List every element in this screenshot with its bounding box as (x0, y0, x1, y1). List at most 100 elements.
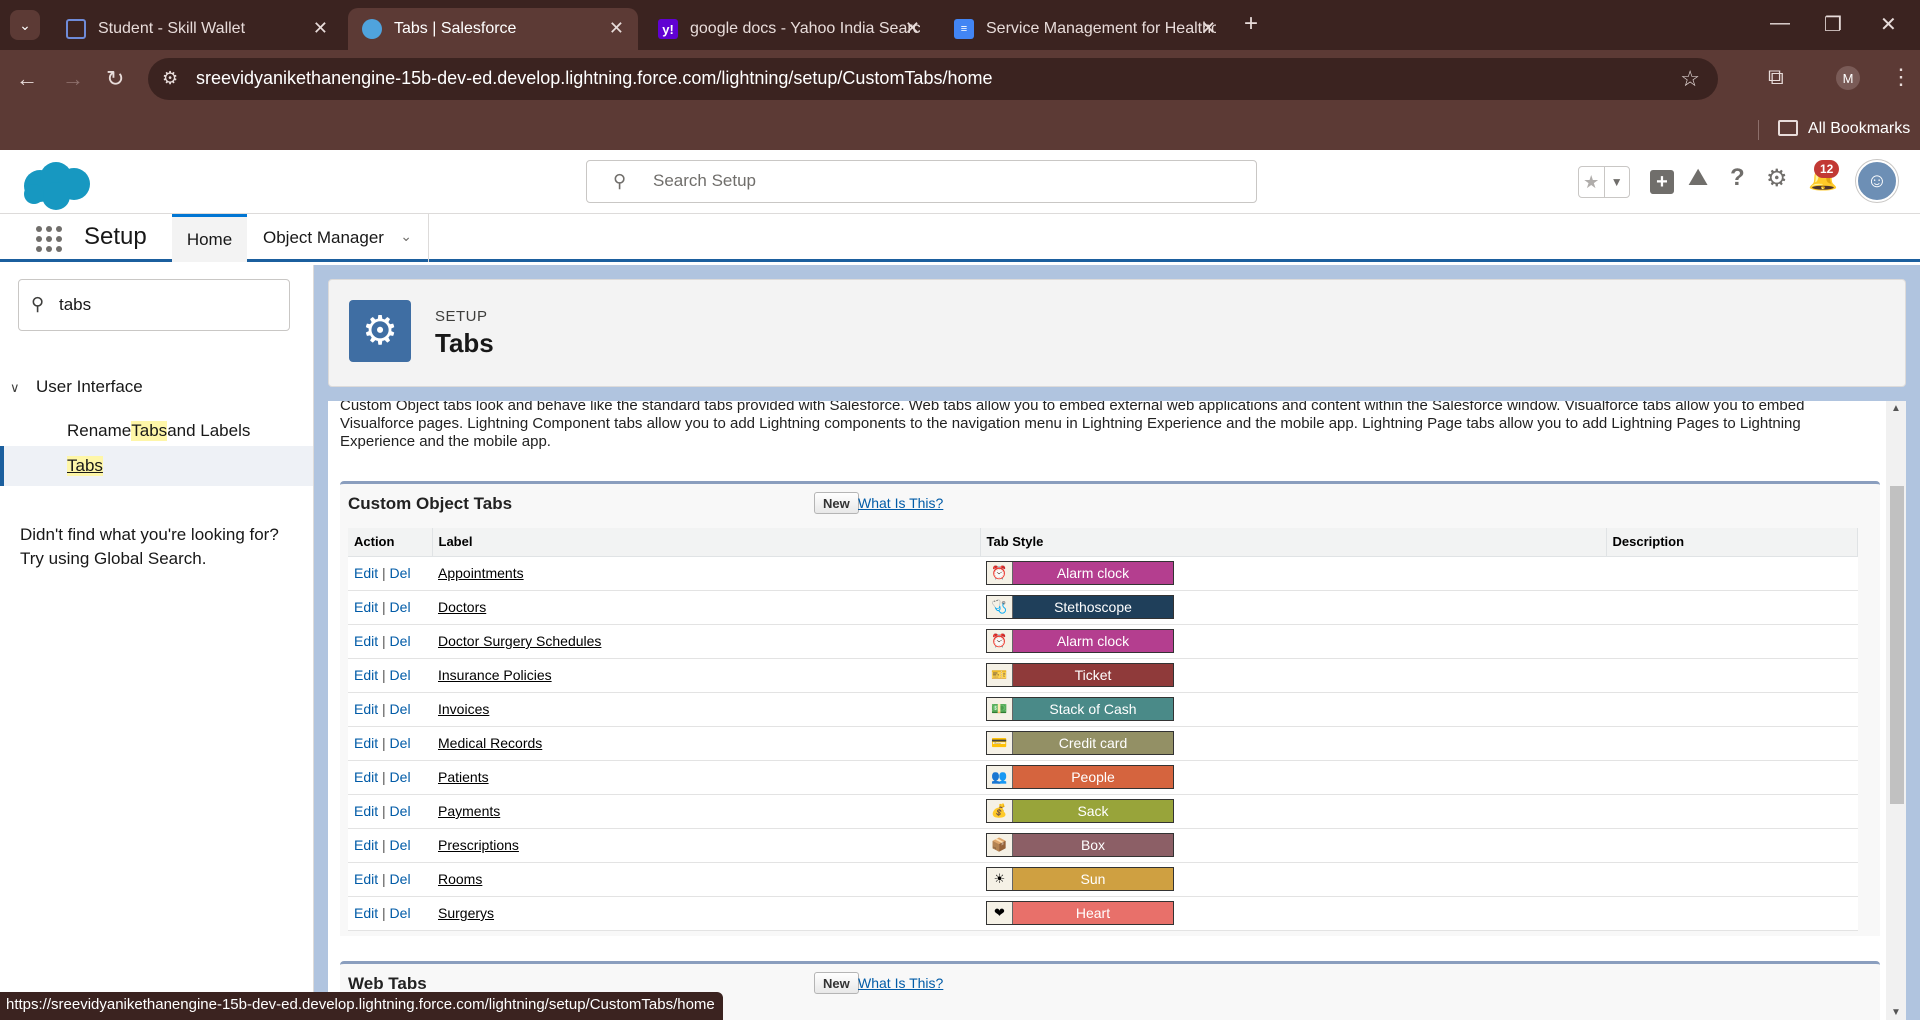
tab-label-link[interactable]: Doctors (438, 599, 486, 615)
browser-tab-yahoo[interactable]: y! google docs - Yahoo India Search ✕ (644, 8, 934, 50)
trailhead-icon[interactable]: ⛰ (1688, 164, 1708, 192)
chevron-down-icon[interactable]: ∨ (10, 380, 26, 396)
forward-icon[interactable]: → (62, 66, 84, 92)
separator: | (382, 565, 386, 581)
window-close-icon[interactable]: ✕ (1880, 12, 1897, 37)
tab-label-link[interactable]: Doctor Surgery Schedules (438, 633, 601, 649)
browser-tab-title: Student - Skill Wallet (98, 20, 246, 37)
profile-avatar[interactable]: M (1836, 66, 1860, 90)
favorites-button[interactable]: ★ ▼ (1578, 166, 1630, 198)
delete-link[interactable]: Del (390, 905, 411, 921)
what-is-this-link[interactable]: What Is This? (858, 975, 943, 991)
tab-style-name: Alarm clock (1013, 562, 1173, 584)
tab-label-link[interactable]: Payments (438, 803, 500, 819)
cash-icon: 💵 (987, 698, 1013, 720)
tab-label-link[interactable]: Rooms (438, 871, 482, 887)
gear-icon[interactable]: ⚙ (1766, 164, 1788, 193)
delete-link[interactable]: Del (390, 701, 411, 717)
scroll-down-icon[interactable]: ▼ (1891, 1007, 1901, 1018)
delete-link[interactable]: Del (390, 667, 411, 683)
star-icon[interactable]: ★ (1579, 167, 1604, 197)
edit-link[interactable]: Edit (354, 803, 378, 819)
new-web-tab-button[interactable]: New (814, 972, 859, 994)
new-tab-button[interactable]: + (1244, 10, 1258, 38)
quick-find-input[interactable]: ⚲ tabs (18, 279, 290, 331)
scrollbar-thumb[interactable] (1890, 486, 1904, 804)
edit-link[interactable]: Edit (354, 599, 378, 615)
sidebar-item-rename-tabs[interactable]: Rename Tabs and Labels (0, 411, 313, 451)
global-actions-icon[interactable]: + (1650, 170, 1674, 194)
tab-search-button[interactable]: ⌄ (10, 10, 40, 40)
sidebar-item-tabs[interactable]: Tabs (0, 446, 313, 486)
tab-style-chip: 👥 People (986, 765, 1174, 789)
gear-icon: ⚙ (349, 300, 411, 362)
edit-link[interactable]: Edit (354, 565, 378, 581)
edit-link[interactable]: Edit (354, 905, 378, 921)
help-icon[interactable]: ? (1730, 164, 1745, 192)
tab-label-link[interactable]: Prescriptions (438, 837, 519, 853)
bookmark-star-icon[interactable]: ☆ (1680, 66, 1700, 92)
site-info-icon[interactable]: ⚙ (162, 68, 178, 89)
delete-link[interactable]: Del (390, 599, 411, 615)
delete-link[interactable]: Del (390, 769, 411, 785)
tab-label-link[interactable]: Appointments (438, 565, 524, 581)
back-icon[interactable]: ← (16, 66, 38, 92)
tab-style-chip: 💳 Credit card (986, 731, 1174, 755)
separator: | (382, 803, 386, 819)
browser-menu-icon[interactable]: ⋮ (1890, 64, 1912, 90)
minimize-icon[interactable]: — (1770, 12, 1790, 35)
close-icon[interactable]: ✕ (609, 18, 624, 39)
restore-icon[interactable]: ❐ (1824, 12, 1842, 37)
tab-label-link[interactable]: Invoices (438, 701, 489, 717)
browser-tab-salesforce[interactable]: Tabs | Salesforce ✕ (348, 8, 638, 50)
delete-link[interactable]: Del (390, 837, 411, 853)
all-bookmarks-button[interactable]: All Bookmarks (1808, 120, 1910, 138)
setup-tree-sidebar: ⚲ tabs ∨ User Interface Rename Tabs and L… (0, 265, 314, 1020)
what-is-this-link[interactable]: What Is This? (858, 495, 943, 511)
close-icon[interactable]: ✕ (313, 18, 328, 39)
tab-style-name: Stethoscope (1013, 596, 1173, 618)
delete-link[interactable]: Del (390, 735, 411, 751)
new-custom-object-tab-button[interactable]: New (814, 492, 859, 514)
avatar[interactable]: ☺ (1856, 160, 1898, 202)
edit-link[interactable]: Edit (354, 837, 378, 853)
salesforce-logo[interactable] (20, 160, 94, 212)
delete-link[interactable]: Del (390, 633, 411, 649)
edit-link[interactable]: Edit (354, 701, 378, 717)
browser-tab-skill-wallet[interactable]: Student - Skill Wallet ✕ (52, 8, 342, 50)
chevron-down-icon[interactable]: ⌄ (400, 228, 412, 245)
edit-link[interactable]: Edit (354, 735, 378, 751)
reload-icon[interactable]: ↻ (106, 66, 124, 92)
edit-link[interactable]: Edit (354, 633, 378, 649)
edit-link[interactable]: Edit (354, 667, 378, 683)
address-url[interactable]: sreevidyanikethanengine-15b-dev-ed.devel… (196, 68, 992, 89)
edit-link[interactable]: Edit (354, 769, 378, 785)
tree-group-user-interface[interactable]: ∨ User Interface (10, 377, 143, 397)
delete-link[interactable]: Del (390, 803, 411, 819)
tab-object-manager[interactable]: Object Manager ⌄ (247, 214, 429, 262)
column-header: Description (1606, 528, 1858, 557)
app-launcher-icon[interactable] (36, 226, 62, 252)
delete-link[interactable]: Del (390, 565, 411, 581)
close-icon[interactable]: ✕ (905, 18, 920, 39)
search-input[interactable] (653, 171, 1213, 191)
edit-link[interactable]: Edit (354, 871, 378, 887)
browser-tab-docs[interactable]: ≡ Service Management for Healthcare ✕ (940, 8, 1230, 50)
quick-find-value[interactable]: tabs (59, 295, 91, 315)
hint-line: Didn't find what you're looking for? (20, 525, 279, 544)
setup-search-box[interactable]: ⚲ (586, 160, 1257, 203)
close-icon[interactable]: ✕ (1201, 18, 1216, 39)
column-header: Tab Style (980, 528, 1607, 557)
tab-label-link[interactable]: Patients (438, 769, 489, 785)
scroll-up-icon[interactable]: ▲ (1891, 403, 1901, 414)
tab-label-link[interactable]: Insurance Policies (438, 667, 552, 683)
delete-link[interactable]: Del (390, 871, 411, 887)
tab-style-cell: ⏰ Alarm clock (980, 624, 1606, 659)
extensions-icon[interactable]: ⧉ (1768, 64, 1784, 90)
tab-label-link[interactable]: Medical Records (438, 735, 542, 751)
chevron-down-icon[interactable]: ▼ (1603, 167, 1630, 197)
scrollbar[interactable]: ▲ ▼ (1886, 401, 1906, 1020)
tab-home[interactable]: Home (172, 214, 247, 262)
tab-label-link[interactable]: Surgerys (438, 905, 494, 921)
address-bar[interactable]: ⚙ sreevidyanikethanengine-15b-dev-ed.dev… (148, 58, 1718, 100)
